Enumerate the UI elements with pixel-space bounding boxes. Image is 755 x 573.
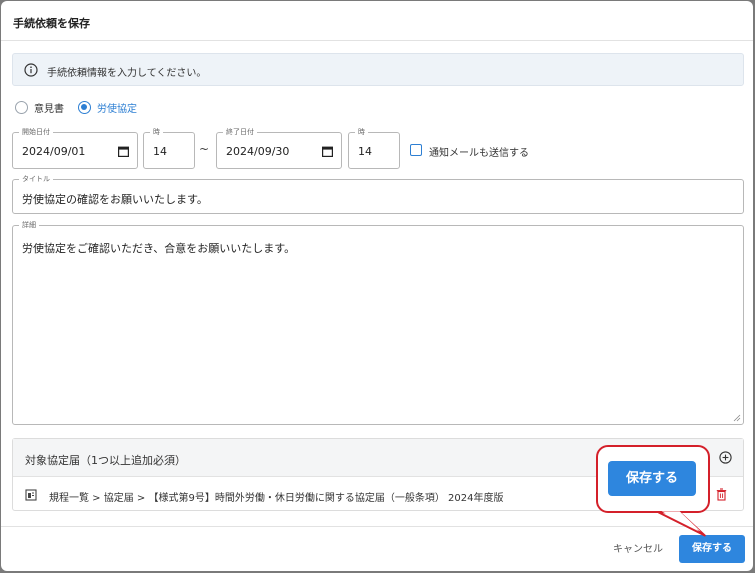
agreement-item[interactable]: 規程一覧 > 協定届 > 【様式第9号】時間外労働・休日労働に関する協定届（一般… xyxy=(49,489,503,504)
radio-opinion-label[interactable]: 意見書 xyxy=(34,100,64,115)
dialog-title: 手続依頼を保存 xyxy=(13,17,90,30)
calendar-icon[interactable] xyxy=(118,146,129,157)
start-date-field[interactable]: 開始日付 2024/09/01 xyxy=(12,128,138,169)
divider xyxy=(1,40,753,41)
end-hour-label: 時 xyxy=(355,128,368,137)
detail-textarea-value[interactable]: 労使協定をご確認いただき、合意をお願いいたします。 xyxy=(22,240,295,256)
document-icon xyxy=(25,489,37,501)
radio-labor-agreement-label[interactable]: 労使協定 xyxy=(97,100,137,115)
end-hour-value[interactable]: 14 xyxy=(358,145,372,158)
info-text: 手続依頼情報を入力してください。 xyxy=(47,68,207,79)
end-date-value[interactable]: 2024/09/30 xyxy=(226,145,289,158)
cancel-button[interactable]: キャンセル xyxy=(605,538,671,562)
radio-opinion[interactable] xyxy=(15,100,28,114)
save-button[interactable]: 保存する xyxy=(679,535,745,563)
range-separator: ~ xyxy=(199,142,210,156)
info-banner: 手続依頼情報を入力してください。 xyxy=(12,53,744,86)
add-circle-icon[interactable] xyxy=(719,451,732,464)
detail-textarea-label: 詳細 xyxy=(19,221,39,230)
start-hour-field[interactable]: 時 14 xyxy=(143,128,195,169)
callout-save-button: 保存する xyxy=(608,461,696,496)
footer-divider xyxy=(1,526,753,527)
start-hour-label: 時 xyxy=(150,128,163,137)
end-hour-field[interactable]: 時 14 xyxy=(348,128,400,169)
start-hour-value[interactable]: 14 xyxy=(153,145,167,158)
end-date-field[interactable]: 終了日付 2024/09/30 xyxy=(216,128,342,169)
trash-icon[interactable] xyxy=(716,488,727,501)
start-date-label: 開始日付 xyxy=(19,128,53,137)
radio-labor-agreement[interactable] xyxy=(78,100,91,114)
end-date-label: 終了日付 xyxy=(223,128,257,137)
detail-textarea[interactable]: 詳細 労使協定をご確認いただき、合意をお願いいたします。 xyxy=(12,221,744,425)
callout-highlight: 保存する xyxy=(596,445,710,513)
title-input-value[interactable]: 労使協定の確認をお願いいたします。 xyxy=(22,191,208,207)
save-request-dialog: 手続依頼を保存 手続依頼情報を入力してください。 意見書 労使協定 開始日付 2… xyxy=(1,1,753,571)
title-input-label: タイトル xyxy=(19,175,53,184)
notify-email-label[interactable]: 通知メールも送信する xyxy=(429,144,529,159)
type-radio-group: 意見書 労使協定 xyxy=(15,100,151,115)
resize-handle-icon[interactable] xyxy=(733,414,741,422)
start-date-value[interactable]: 2024/09/01 xyxy=(22,145,85,158)
panel-title: 対象協定届（1つ以上追加必須） xyxy=(25,454,186,467)
calendar-icon[interactable] xyxy=(322,146,333,157)
notify-email-checkbox[interactable] xyxy=(410,144,422,156)
title-input[interactable]: タイトル 労使協定の確認をお願いいたします。 xyxy=(12,175,744,214)
info-icon xyxy=(24,63,38,77)
